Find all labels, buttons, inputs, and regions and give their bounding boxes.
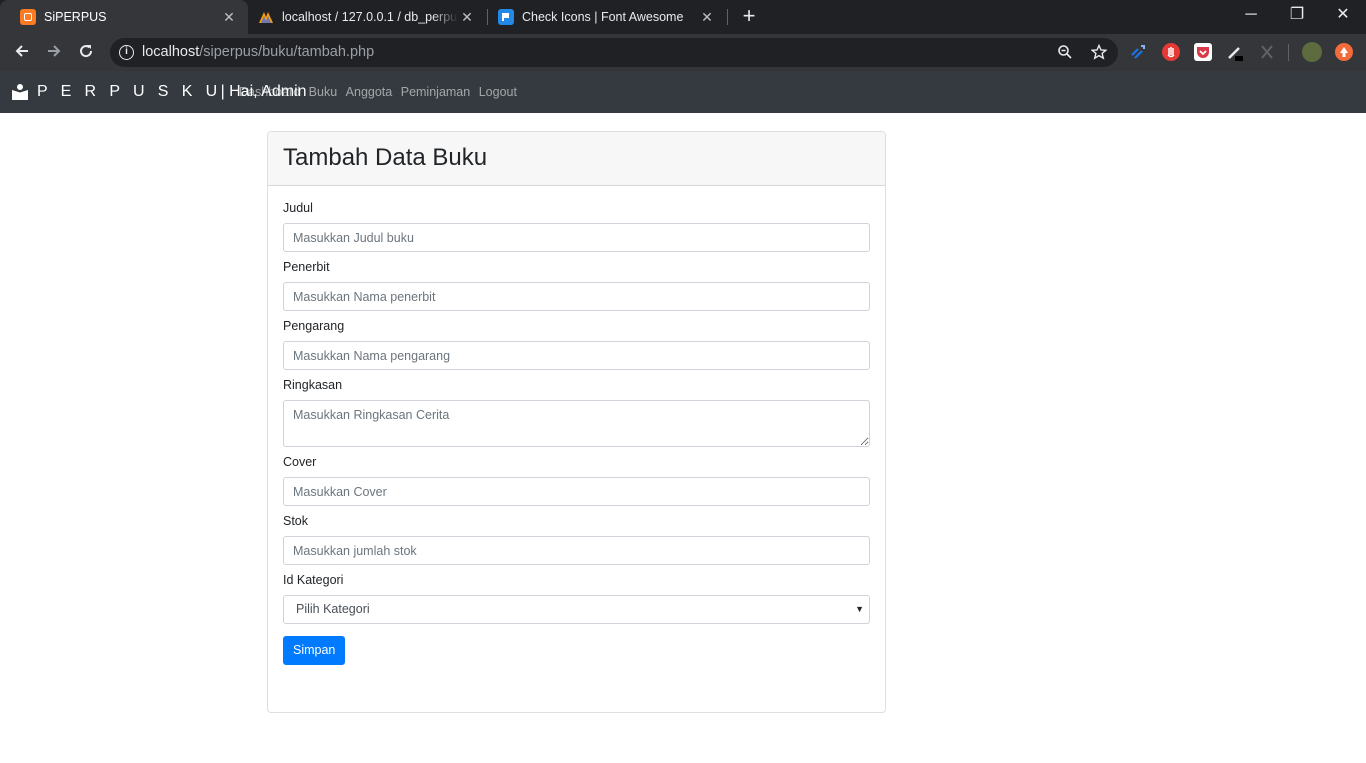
form-group-cover: Cover xyxy=(283,455,870,506)
profile-avatar[interactable] xyxy=(1302,42,1322,62)
url-text[interactable]: localhost/siperpus/buku/tambah.php xyxy=(142,44,374,60)
nav-link-buku[interactable]: Buku xyxy=(309,85,338,99)
xampp-icon xyxy=(20,9,36,25)
judul-input[interactable] xyxy=(283,223,870,252)
tab-title: localhost / 127.0.0.1 / db_perpus xyxy=(282,10,458,24)
nav-link-dashboard[interactable]: Dashboard xyxy=(239,85,300,99)
extension-pen-icon[interactable] xyxy=(1226,43,1244,61)
info-icon[interactable]: i xyxy=(119,45,134,60)
close-icon[interactable]: ✕ xyxy=(698,9,716,26)
reload-button[interactable] xyxy=(72,39,100,67)
extension-sync-icon[interactable] xyxy=(1129,43,1147,61)
toolbar-divider xyxy=(1288,44,1289,61)
tab-divider xyxy=(487,9,488,25)
app-navbar: P E R P U S K U | Hai, Admin Dashboard B… xyxy=(0,71,1366,113)
close-icon[interactable]: ✕ xyxy=(220,9,238,26)
extension-up-arrow-icon[interactable] xyxy=(1335,43,1353,61)
browser-toolbar: i localhost/siperpus/buku/tambah.php xyxy=(0,34,1366,71)
form-group-kategori: Id Kategori Pilih Kategori ▼ xyxy=(283,573,870,624)
zoom-icon[interactable] xyxy=(1056,44,1074,62)
close-window-button[interactable]: ✕ xyxy=(1320,0,1366,30)
nav-links: Dashboard Buku Anggota Peminjaman Logout xyxy=(239,85,525,99)
browser-tab-siperpus[interactable]: SiPERPUS ✕ xyxy=(0,0,248,34)
form-group-penerbit: Penerbit xyxy=(283,260,870,311)
minimize-button[interactable]: ─ xyxy=(1228,0,1274,30)
nav-link-peminjaman[interactable]: Peminjaman xyxy=(401,85,470,99)
tab-title: Check Icons | Font Awesome xyxy=(522,10,684,24)
kategori-label: Id Kategori xyxy=(283,573,344,587)
caret-down-icon: ▼ xyxy=(855,604,864,614)
browser-tabstrip: SiPERPUS ✕ localhost / 127.0.0.1 / db_pe… xyxy=(0,0,1366,34)
tab-title: SiPERPUS xyxy=(44,10,107,24)
penerbit-input[interactable] xyxy=(283,282,870,311)
page-title: Tambah Data Buku xyxy=(283,144,488,171)
stok-label: Stok xyxy=(283,514,309,528)
stok-input[interactable] xyxy=(283,536,870,565)
nav-link-logout[interactable]: Logout xyxy=(479,85,517,99)
address-bar[interactable]: i localhost/siperpus/buku/tambah.php xyxy=(110,38,1118,67)
extension-adblock-icon[interactable] xyxy=(1162,43,1180,61)
pengarang-input[interactable] xyxy=(283,341,870,370)
form-group-judul: Judul xyxy=(283,201,870,252)
kategori-selected-value: Pilih Kategori xyxy=(296,602,370,616)
book-reader-icon xyxy=(12,84,28,100)
cover-input[interactable] xyxy=(283,477,870,506)
cover-label: Cover xyxy=(283,455,317,469)
font-awesome-icon xyxy=(498,9,514,25)
arrow-left-icon xyxy=(15,45,28,57)
form-group-ringkasan: Ringkasan xyxy=(283,378,870,447)
tab-divider xyxy=(727,9,728,25)
card-header: Tambah Data Buku xyxy=(268,132,885,186)
form-group-stok: Stok xyxy=(283,514,870,565)
new-tab-button[interactable]: + xyxy=(736,4,762,30)
kategori-select[interactable]: Pilih Kategori ▼ xyxy=(283,595,870,624)
arrow-right-icon xyxy=(48,45,61,57)
browser-tab-phpmyadmin[interactable]: localhost / 127.0.0.1 / db_perpus ✕ xyxy=(250,0,486,34)
form-group-pengarang: Pengarang xyxy=(283,319,870,370)
judul-label: Judul xyxy=(283,201,313,215)
brand-name: P E R P U S K U xyxy=(37,83,222,100)
bookmark-star-icon[interactable] xyxy=(1090,43,1108,62)
browser-tab-font-awesome[interactable]: Check Icons | Font Awesome ✕ xyxy=(490,0,726,34)
nav-link-anggota[interactable]: Anggota xyxy=(346,85,393,99)
ringkasan-textarea[interactable] xyxy=(283,400,870,447)
extension-x-icon[interactable] xyxy=(1258,43,1276,61)
simpan-button[interactable]: Simpan xyxy=(283,636,346,665)
forward-button[interactable] xyxy=(40,39,68,67)
close-icon[interactable]: ✕ xyxy=(458,9,476,26)
extension-pocket-icon[interactable] xyxy=(1194,43,1212,61)
reload-icon xyxy=(80,45,93,58)
back-button[interactable] xyxy=(8,39,36,67)
add-book-form: Judul Penerbit Pengarang Ringkasan Cover… xyxy=(268,186,885,680)
phpmyadmin-icon xyxy=(258,9,274,25)
penerbit-label: Penerbit xyxy=(283,260,330,274)
add-book-card: Tambah Data Buku Judul Penerbit Pengaran… xyxy=(267,131,886,713)
ringkasan-label: Ringkasan xyxy=(283,378,343,392)
restore-button[interactable]: ❐ xyxy=(1274,0,1320,30)
pengarang-label: Pengarang xyxy=(283,319,345,333)
